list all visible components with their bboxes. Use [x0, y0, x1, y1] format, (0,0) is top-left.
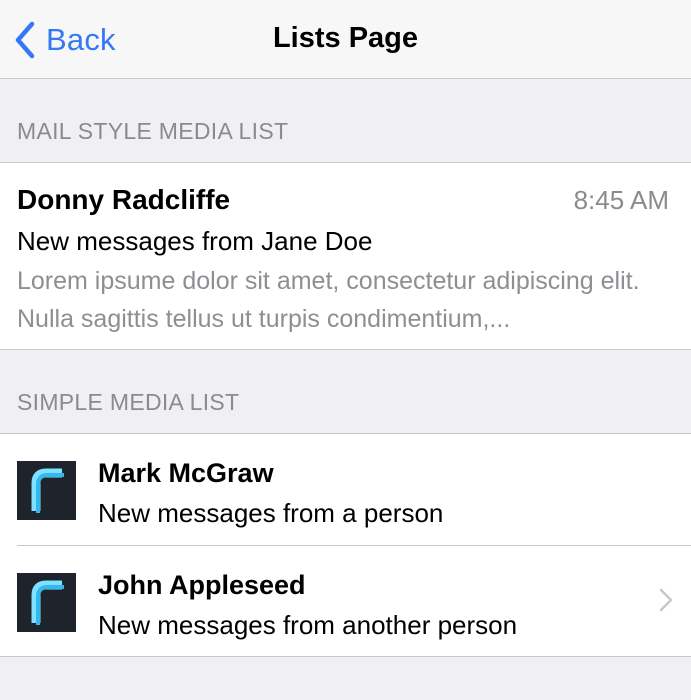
- chevron-right-icon: [659, 588, 673, 617]
- mail-preview-text: Lorem ipsume dolor sit amet, consectetur…: [17, 267, 640, 333]
- mail-sender: Donny Radcliffe: [17, 184, 231, 215]
- app-logo-icon: [17, 461, 76, 520]
- mail-media-list: Donny Radcliffe 8:45 AM New messages fro…: [0, 162, 691, 350]
- item-subtitle: New messages from a person: [98, 498, 444, 528]
- list-item[interactable]: Mark McGraw New messages from a person: [0, 434, 691, 544]
- mail-time: 8:45 AM: [573, 185, 669, 215]
- app-logo-icon: [17, 573, 76, 632]
- mail-list-item[interactable]: Donny Radcliffe 8:45 AM New messages fro…: [0, 163, 691, 348]
- item-title: Mark McGraw: [98, 458, 274, 488]
- simple-section-header: SIMPLE MEDIA LIST: [17, 389, 240, 415]
- item-title: John Appleseed: [98, 570, 306, 600]
- simple-media-list: Mark McGraw New messages from a person J…: [0, 433, 691, 657]
- item-subtitle: New messages from another person: [98, 610, 518, 640]
- page-title: Lists Page: [272, 22, 419, 54]
- list-item[interactable]: John Appleseed New messages from another…: [0, 546, 691, 656]
- navigation-bar: Back Lists Page: [0, 0, 691, 79]
- mail-subject: New messages from Jane Doe: [17, 226, 373, 256]
- mail-section-header: MAIL STYLE MEDIA LIST: [17, 118, 289, 144]
